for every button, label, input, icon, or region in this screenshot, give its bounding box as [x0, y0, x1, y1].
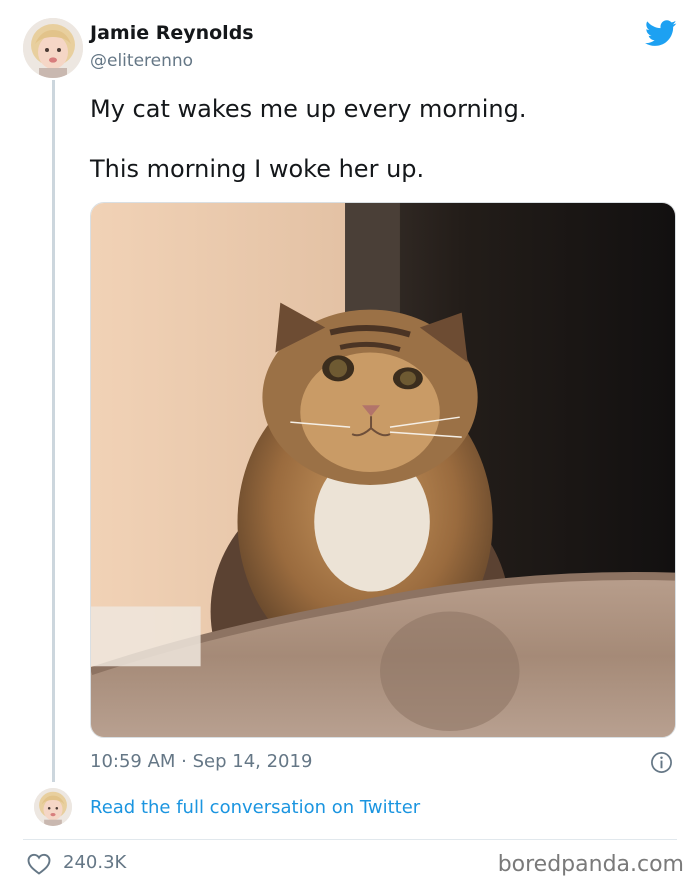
author-avatar-small[interactable]	[34, 788, 72, 826]
watermark: boredpanda.com	[497, 852, 684, 877]
tweet-text-line-2: This morning I woke her up.	[90, 155, 425, 183]
read-conversation-link[interactable]: Read the full conversation on Twitter	[90, 797, 420, 818]
author-handle[interactable]: @eliterenno	[90, 51, 193, 71]
divider	[23, 839, 677, 840]
like-count: 240.3K	[63, 852, 127, 873]
info-icon[interactable]	[650, 751, 673, 774]
tweet-card: Jamie Reynolds @eliterenno My cat wakes …	[0, 0, 700, 893]
author-name[interactable]: Jamie Reynolds	[90, 22, 254, 44]
tweet-timestamp[interactable]: 10:59 AM · Sep 14, 2019	[90, 751, 312, 772]
thread-line	[52, 80, 55, 782]
twitter-bird-icon[interactable]	[645, 20, 677, 47]
heart-icon[interactable]	[27, 853, 51, 875]
tweet-text-line-1: My cat wakes me up every morning.	[90, 95, 527, 123]
tweet-photo[interactable]	[90, 202, 676, 738]
author-avatar[interactable]	[23, 18, 83, 78]
